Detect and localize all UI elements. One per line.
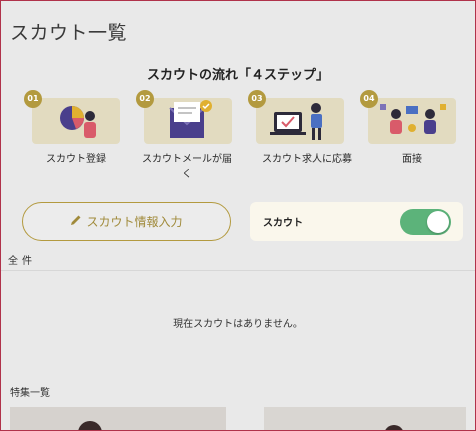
step-4-illustration: [368, 98, 456, 144]
scout-toggle-row: スカウト: [250, 202, 463, 241]
flow-title: スカウトの流れ「４ステップ」: [146, 68, 329, 83]
features-title: 特集一覧: [10, 388, 50, 399]
page-title: スカウト一覧: [10, 22, 128, 44]
step-1-label: スカウト登録: [46, 154, 106, 165]
pencil-icon: [70, 214, 82, 229]
scout-info-input-label: スカウト情報入力: [86, 215, 183, 229]
scout-info-input-button[interactable]: スカウト情報入力: [22, 202, 231, 241]
step-2-label: スカウトメールが届く: [142, 154, 232, 180]
feature-card-2-image: [264, 407, 466, 431]
toggle-knob: [427, 211, 449, 233]
feature-card-2[interactable]: [264, 407, 466, 431]
empty-state-message: 現在スカウトはありません。: [173, 319, 303, 330]
step-3-illustration: [256, 98, 344, 144]
list-divider: [0, 270, 476, 271]
step-2-illustration: [144, 98, 232, 144]
feature-card-1[interactable]: [10, 407, 226, 431]
feature-card-1-image: [10, 407, 226, 431]
scout-toggle-switch[interactable]: [400, 209, 451, 235]
step-3-label: スカウト求人に応募: [262, 154, 352, 165]
list-count-label: 全件: [8, 256, 36, 267]
step-1-number: 01: [24, 90, 42, 108]
step-4-number: 04: [360, 90, 378, 108]
step-4-label: 面接: [402, 154, 422, 165]
scout-toggle-label: スカウト: [263, 218, 303, 229]
step-1-illustration: [32, 98, 120, 144]
step-3-number: 03: [248, 90, 266, 108]
step-2-number: 02: [136, 90, 154, 108]
